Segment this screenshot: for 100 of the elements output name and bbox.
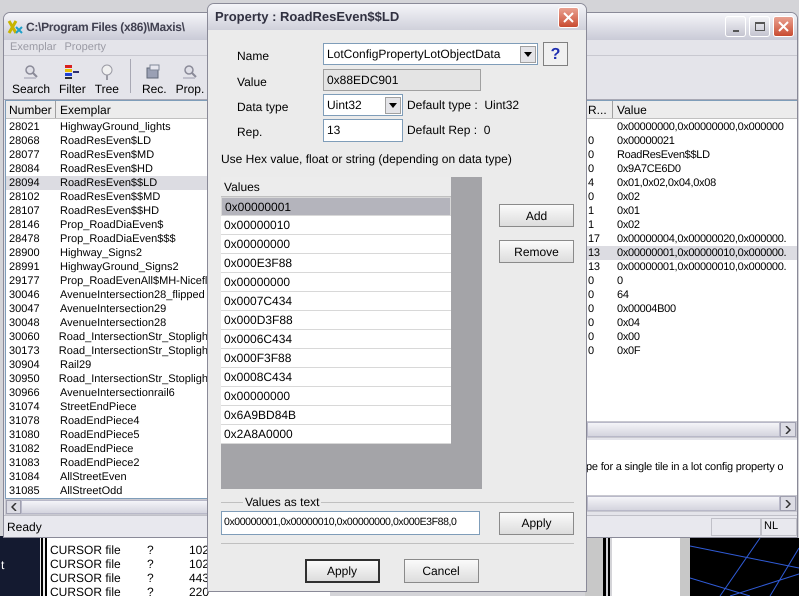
list-row[interactable]: 0 0x0F [586, 344, 797, 358]
data-type-dropdown[interactable]: Uint32 [323, 94, 403, 116]
toolbar-button[interactable]: Tree [90, 63, 123, 96]
list-row[interactable]: 28102 RoadResEven$$MD [6, 190, 208, 204]
status-indicator: NL [761, 518, 797, 536]
file-type-cell-text: CURSOR file [50, 570, 122, 587]
list-row[interactable]: 28077 RoadResEven$MD [6, 148, 208, 162]
values-text-field[interactable]: 0x00000001,0x00000010,0x00000000,0x000E3F88,0 [221, 511, 480, 535]
column-header[interactable]: Exemplar [56, 101, 208, 118]
field-label: Rep. [236, 124, 264, 141]
close-button[interactable] [558, 6, 579, 28]
list-row[interactable]: 31078 RoadEndPiece4 [6, 414, 208, 428]
list-row[interactable]: 29177 Prop_RoadEvenAll$MH-Nicefl [6, 274, 208, 288]
list-row[interactable]: 31083 RoadEndPiece2 [6, 456, 208, 470]
list-row[interactable]: 30048 AvenueIntersection28 [6, 316, 208, 330]
close-button[interactable] [773, 16, 794, 37]
list-row[interactable]: 30047 AvenueIntersection29 [6, 302, 208, 316]
scroll-thumb[interactable] [587, 496, 780, 511]
scroll-thumb[interactable] [587, 422, 780, 437]
toolbar-button[interactable]: Prop. [172, 63, 208, 96]
status-text: Ready [7, 518, 42, 536]
list-row[interactable]: 31082 RoadEndPiece [6, 442, 208, 456]
dialog-title: Property : RoadResEven$$LD [215, 8, 400, 26]
list-row[interactable]: 31084 AllStreetEven [6, 470, 208, 484]
table-cell-text: ? [147, 556, 155, 573]
list-row[interactable]: 4 0x01,0x02,0x04,0x08 [586, 176, 797, 190]
close-icon [778, 21, 789, 32]
column-header[interactable]: Values [221, 177, 451, 197]
list-row[interactable]: 31085 AllStreetOdd [6, 484, 208, 498]
list-row[interactable]: 0 0x04 [586, 316, 797, 330]
list-row[interactable]: 28021 HighwayGround_lights [6, 120, 208, 134]
scroll-right-button[interactable] [780, 422, 796, 437]
table-cell-text: ? [147, 542, 155, 559]
list-row[interactable]: 0 0x00000021 [586, 134, 797, 148]
list-row[interactable]: 28107 RoadResEven$$HD [6, 204, 208, 218]
close-icon [563, 12, 574, 22]
list-row[interactable]: 28146 Prop_RoadDiaEven$ [6, 218, 208, 232]
toolbar-button[interactable]: Filter [55, 63, 90, 96]
list-row[interactable]: 1 0x02 [586, 218, 797, 232]
column-header[interactable]: Value [613, 101, 797, 118]
list-row[interactable]: 30966 AvenueIntersectionrail6 [6, 386, 208, 400]
rep-field[interactable]: 13 [323, 118, 403, 142]
list-row[interactable]: 0x00000001 [221, 197, 451, 216]
list-row[interactable]: 0 0x00004B00 [586, 302, 797, 316]
list-row[interactable]: 0 0x00 [586, 330, 797, 344]
table-cell-text: ? [147, 584, 155, 596]
maximize-button[interactable] [749, 16, 770, 37]
window-title: C:\Program Files (x86)\Maxis\ [26, 18, 185, 36]
name-dropdown[interactable]: LotConfigPropertyLotObjectData [323, 43, 538, 65]
list-row[interactable]: 0 0x02 [586, 190, 797, 204]
default-type-text: Default type : Uint32 [407, 97, 520, 114]
hint-text: Use Hex value, float or string (depending on data type) [221, 151, 513, 168]
list-row[interactable]: 30173 Road_IntersectionStr_Stopligh [6, 344, 208, 358]
add-button[interactable]: Add [499, 204, 574, 227]
list-row[interactable]: 28478 Prop_RoadDiaEven$$$ [6, 232, 208, 246]
table-cell-text: ? [147, 570, 155, 587]
horizontal-scrollbar[interactable] [586, 421, 797, 438]
dropdown-arrow-icon [524, 52, 532, 56]
list-row[interactable]: 13 0x00000001,0x00000010,0x000000. [586, 260, 797, 274]
horizontal-scrollbar[interactable] [586, 495, 797, 512]
scroll-right-button[interactable] [780, 496, 796, 511]
list-row[interactable]: 0x00000000,0x00000000,0x000000 [586, 120, 797, 134]
remove-button[interactable]: Remove [499, 240, 574, 263]
list-row[interactable]: 30046 AvenueIntersection28_flipped [6, 288, 208, 302]
value-field[interactable]: 0x88EDC901 [323, 69, 481, 91]
list-row[interactable]: 1 0x01 [586, 204, 797, 218]
list-row[interactable]: 28991 HighwayGround_Signs2 [6, 260, 208, 274]
apply-button[interactable]: Apply [499, 512, 574, 534]
column-header[interactable]: Number [6, 101, 56, 118]
horizontal-scrollbar[interactable] [5, 499, 209, 515]
list-row[interactable]: 28084 RoadResEven$HD [6, 162, 208, 176]
list-row[interactable]: 31080 RoadEndPiece5 [6, 428, 208, 442]
help-button[interactable]: ? [543, 42, 568, 66]
list-row[interactable]: 28094 RoadResEven$$LD [6, 176, 208, 190]
dropdown-arrow-icon [389, 102, 397, 108]
list-row[interactable]: 0 64 [586, 288, 797, 302]
list-row[interactable]: 17 0x00000004,0x00000020,0x000000. [586, 232, 797, 246]
list-row[interactable]: 13 0x00000001,0x00000010,0x000000. [586, 246, 797, 260]
list-row[interactable]: 28900 Highway_Signs2 [6, 246, 208, 260]
list-row[interactable]: 30060 Road_IntersectionStr_Stopligh [6, 330, 208, 344]
scroll-left-button[interactable] [6, 500, 21, 514]
list-row[interactable]: 30904 Rail29 [6, 358, 208, 372]
list-row[interactable]: 0 0x9A7CE6D0 [586, 162, 797, 176]
scroll-thumb[interactable] [21, 500, 208, 514]
app-icon [7, 18, 23, 34]
file-type-cell-text: CURSOR file [50, 584, 122, 596]
toolbar-button[interactable]: Rec. [138, 63, 171, 96]
apply-button[interactable]: Apply [304, 559, 380, 583]
file-type-cell-text: CURSOR file [50, 556, 122, 573]
list-row[interactable]: 0 0 [586, 274, 797, 288]
default-rep-text: Default Rep : 0 [407, 122, 490, 139]
desktop-background [0, 536, 40, 596]
toolbar-button[interactable]: Search [8, 63, 54, 96]
desktop-label: t [1, 558, 4, 572]
list-row[interactable]: 0 RoadResEven$$LD [586, 148, 797, 162]
list-row[interactable]: 31074 StreetEndPiece [6, 400, 208, 414]
cancel-button[interactable]: Cancel [404, 559, 478, 583]
list-row[interactable]: 30950 Road_IntersectionStr_Stopligh [6, 372, 208, 386]
minimize-button[interactable] [725, 16, 746, 37]
list-row[interactable]: 28068 RoadResEven$LD [6, 134, 208, 148]
